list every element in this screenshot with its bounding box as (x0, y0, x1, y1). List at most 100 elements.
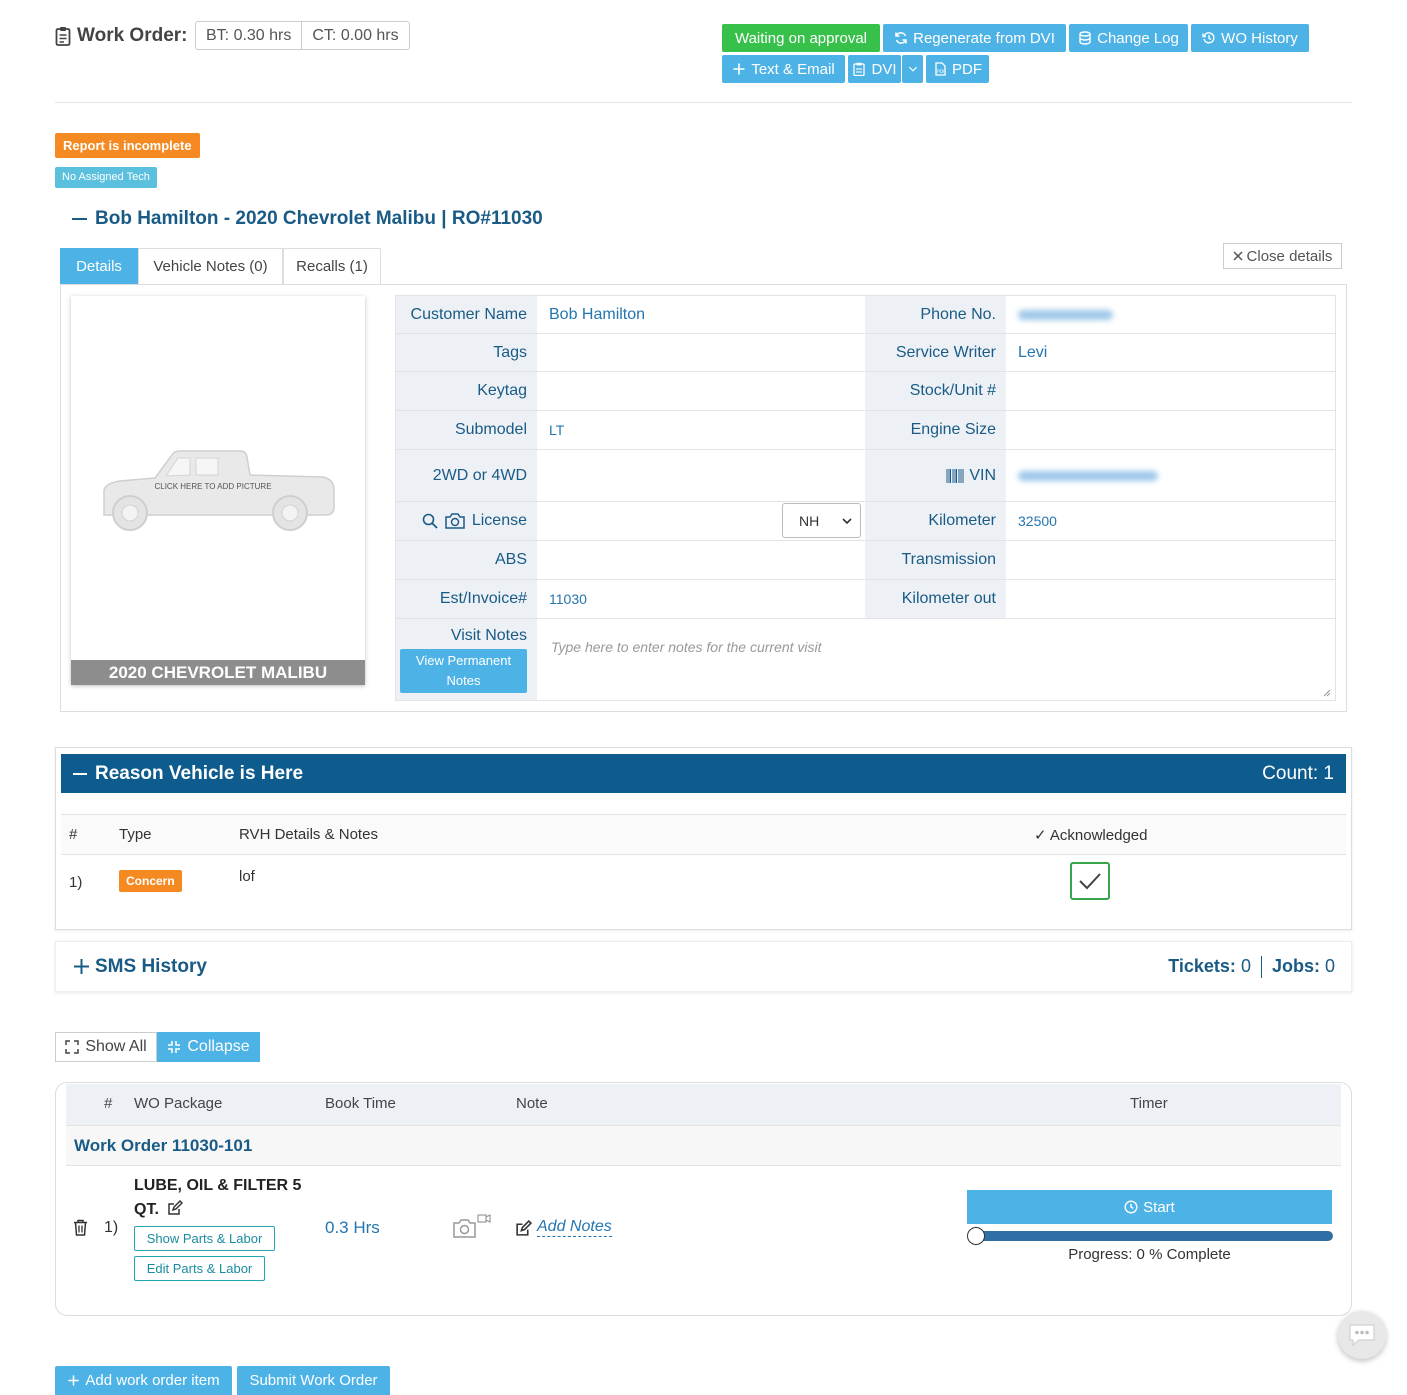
dvi-dropdown-toggle[interactable] (902, 55, 923, 83)
kilometer-value[interactable]: 32500 (1006, 502, 1335, 540)
waiting-approval-button[interactable]: Waiting on approval (722, 24, 880, 52)
tab-vehicle-notes[interactable]: Vehicle Notes (0) (138, 248, 283, 284)
rvh-row-num: 1) (69, 874, 83, 891)
chevron-down-icon (842, 517, 852, 525)
collapse-button[interactable]: Collapse (157, 1032, 260, 1062)
database-icon (1078, 31, 1092, 45)
engine-field[interactable] (1006, 411, 1335, 449)
kilometer-out-field[interactable] (1006, 580, 1335, 618)
progress-slider-track[interactable] (976, 1231, 1333, 1241)
col-num: # (104, 1095, 113, 1112)
show-all-button[interactable]: Show All (55, 1032, 157, 1062)
service-writer-label: Service Writer (865, 334, 1006, 371)
service-writer-value[interactable]: Levi (1006, 334, 1335, 371)
dvi-button[interactable]: DVI (848, 55, 901, 83)
drive-field[interactable] (537, 450, 865, 501)
rvh-header[interactable]: Reason Vehicle is Here Count: 1 (61, 754, 1346, 793)
work-order-group-label[interactable]: Work Order 11030-101 (66, 1125, 1341, 1166)
details-row: 2WD or 4WD VIN (396, 450, 1335, 502)
rvh-table-header: # Type RVH Details & Notes ✓ Acknowledge… (61, 814, 1346, 855)
chevron-down-icon (908, 64, 918, 74)
add-work-order-item-button[interactable]: Add work order item (55, 1366, 232, 1395)
details-row: Est/Invoice# 11030 Kilometer out (396, 580, 1335, 619)
minus-icon (72, 218, 87, 220)
col-acknowledged: ✓ Acknowledged (1034, 827, 1148, 844)
trash-icon[interactable] (73, 1219, 88, 1236)
edit-notes-icon[interactable] (515, 1220, 532, 1237)
add-notes-link[interactable]: Add Notes (537, 1218, 612, 1237)
show-parts-labor-button[interactable]: Show Parts & Labor (134, 1226, 275, 1251)
change-log-label: Change Log (1097, 29, 1179, 47)
text-email-button[interactable]: Text & Email (722, 55, 845, 83)
svg-text:PDF: PDF (937, 69, 946, 75)
abs-label: ABS (396, 541, 537, 579)
stock-label: Stock/Unit # (865, 372, 1006, 410)
vin-value-redacted[interactable] (1006, 450, 1335, 501)
tags-field[interactable] (537, 334, 865, 371)
barcode-icon[interactable] (946, 468, 964, 483)
timer-start-button[interactable]: Start (967, 1190, 1332, 1224)
tab-vehicle-notes-label: Vehicle Notes (0) (153, 258, 268, 275)
pdf-button[interactable]: PDF PDF (926, 55, 989, 83)
plus-icon (67, 1374, 80, 1387)
pdf-file-icon: PDF (933, 62, 947, 76)
transmission-field[interactable] (1006, 541, 1335, 579)
truck-placeholder-image[interactable]: CLICK HERE TO ADD PICTURE (100, 445, 336, 535)
rvh-count: Count: 1 (1262, 762, 1334, 784)
wo-history-button[interactable]: WO History (1191, 24, 1309, 52)
camera-video-icon[interactable] (452, 1214, 492, 1240)
edit-icon[interactable] (167, 1200, 184, 1216)
visit-notes-textarea[interactable]: Type here to enter notes for the current… (537, 619, 1335, 700)
progress-slider-handle[interactable] (967, 1227, 985, 1245)
checkmark-icon (1078, 872, 1102, 890)
jobs-label: Jobs: (1271, 956, 1320, 976)
tags-label: Tags (396, 334, 537, 371)
submit-work-order-button[interactable]: Submit Work Order (237, 1366, 390, 1395)
pdf-label: PDF (952, 60, 982, 78)
keytag-field[interactable] (537, 372, 865, 410)
add-item-label: Add work order item (85, 1372, 220, 1389)
edit-parts-labor-button[interactable]: Edit Parts & Labor (134, 1256, 265, 1281)
close-details-button[interactable]: Close details (1223, 243, 1342, 269)
details-row: Keytag Stock/Unit # (396, 372, 1335, 411)
drive-label: 2WD or 4WD (396, 450, 537, 501)
regenerate-label: Regenerate from DVI (913, 29, 1055, 47)
details-row: Submodel LT Engine Size (396, 411, 1335, 450)
tab-details[interactable]: Details (60, 248, 138, 284)
header-divider (55, 102, 1352, 103)
camera-icon[interactable] (444, 512, 466, 530)
tab-recalls-label: Recalls (1) (296, 258, 368, 275)
rvh-row-details: lof (239, 868, 255, 885)
add-picture-hint: CLICK HERE TO ADD PICTURE (154, 482, 272, 491)
regenerate-dvi-button[interactable]: Regenerate from DVI (883, 24, 1066, 52)
customer-vehicle-header[interactable]: Bob Hamilton - 2020 Chevrolet Malibu | R… (72, 206, 543, 232)
concern-badge: Concern (119, 870, 182, 892)
change-log-button[interactable]: Change Log (1069, 24, 1188, 52)
tickets-label: Tickets: (1168, 956, 1236, 976)
stock-field[interactable] (1006, 372, 1335, 410)
customer-name-link[interactable]: Bob Hamilton (537, 296, 865, 333)
submodel-value[interactable]: LT (537, 411, 865, 449)
acknowledged-checkbox[interactable] (1070, 862, 1110, 900)
col-timer: Timer (1130, 1095, 1168, 1112)
license-field[interactable]: NH (537, 502, 865, 540)
license-state-select[interactable]: NH (782, 503, 861, 538)
view-permanent-notes-button[interactable]: View Permanent Notes (400, 649, 527, 693)
tab-recalls[interactable]: Recalls (1) (283, 248, 381, 284)
search-icon[interactable] (422, 513, 438, 529)
sms-history-panel[interactable]: SMS History Tickets: 0 Jobs: 0 (55, 941, 1352, 992)
col-wo-package: WO Package (134, 1095, 223, 1112)
submodel-label: Submodel (396, 411, 537, 449)
customer-vehicle-title: Bob Hamilton - 2020 Chevrolet Malibu | R… (95, 208, 543, 229)
work-order-title: Work Order: (55, 22, 188, 50)
phone-value-redacted[interactable] (1006, 296, 1335, 333)
col-note: Note (516, 1095, 548, 1112)
chat-widget-button[interactable] (1338, 1311, 1386, 1359)
wo-table-header: # WO Package Book Time Note Timer (66, 1084, 1341, 1125)
customer-name-label: Customer Name (396, 296, 537, 333)
vin-label-cell: VIN (865, 450, 1006, 501)
abs-field[interactable] (537, 541, 865, 579)
est-invoice-value[interactable]: 11030 (537, 580, 865, 618)
resize-handle-icon[interactable] (1321, 687, 1331, 697)
details-row: ABS Transmission (396, 541, 1335, 580)
